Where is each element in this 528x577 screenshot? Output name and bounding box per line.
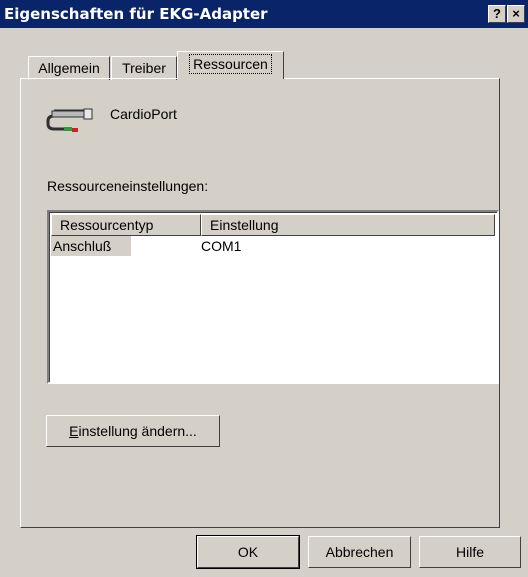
table-row[interactable]: Anschluß COM1 <box>51 236 495 256</box>
tab-ressourcen-label: Ressourcen <box>189 54 272 74</box>
window-title: Eigenschaften für EKG-Adapter <box>4 5 268 23</box>
tab-treiber[interactable]: Treiber <box>111 56 177 80</box>
serial-cable-icon <box>46 108 93 132</box>
row-setting: COM1 <box>201 238 242 254</box>
row-type: Anschluß <box>51 236 131 256</box>
tab-ressourcen[interactable]: Ressourcen <box>177 51 284 79</box>
resource-list[interactable]: Ressourcentyp Einstellung Anschluß COM1 <box>47 210 499 384</box>
help-button[interactable]: ? <box>488 5 506 23</box>
close-button[interactable]: × <box>507 5 525 23</box>
change-setting-accel: E <box>69 423 79 439</box>
help-dialog-button[interactable]: Hilfe <box>419 536 521 568</box>
change-setting-button[interactable]: Einstellung ändern... <box>46 415 220 447</box>
change-setting-label: instellung ändern... <box>78 423 197 439</box>
title-bar[interactable]: Eigenschaften für EKG-Adapter ? × <box>0 0 528 28</box>
device-name: CardioPort <box>110 106 177 122</box>
column-header-setting[interactable]: Einstellung <box>201 214 495 236</box>
column-header-type[interactable]: Ressourcentyp <box>51 214 201 236</box>
ok-button[interactable]: OK <box>196 535 300 569</box>
resource-settings-label: Ressourceneinstellungen: <box>47 178 209 194</box>
cancel-button[interactable]: Abbrechen <box>308 536 411 568</box>
tab-allgemein[interactable]: Allgemein <box>28 56 110 80</box>
